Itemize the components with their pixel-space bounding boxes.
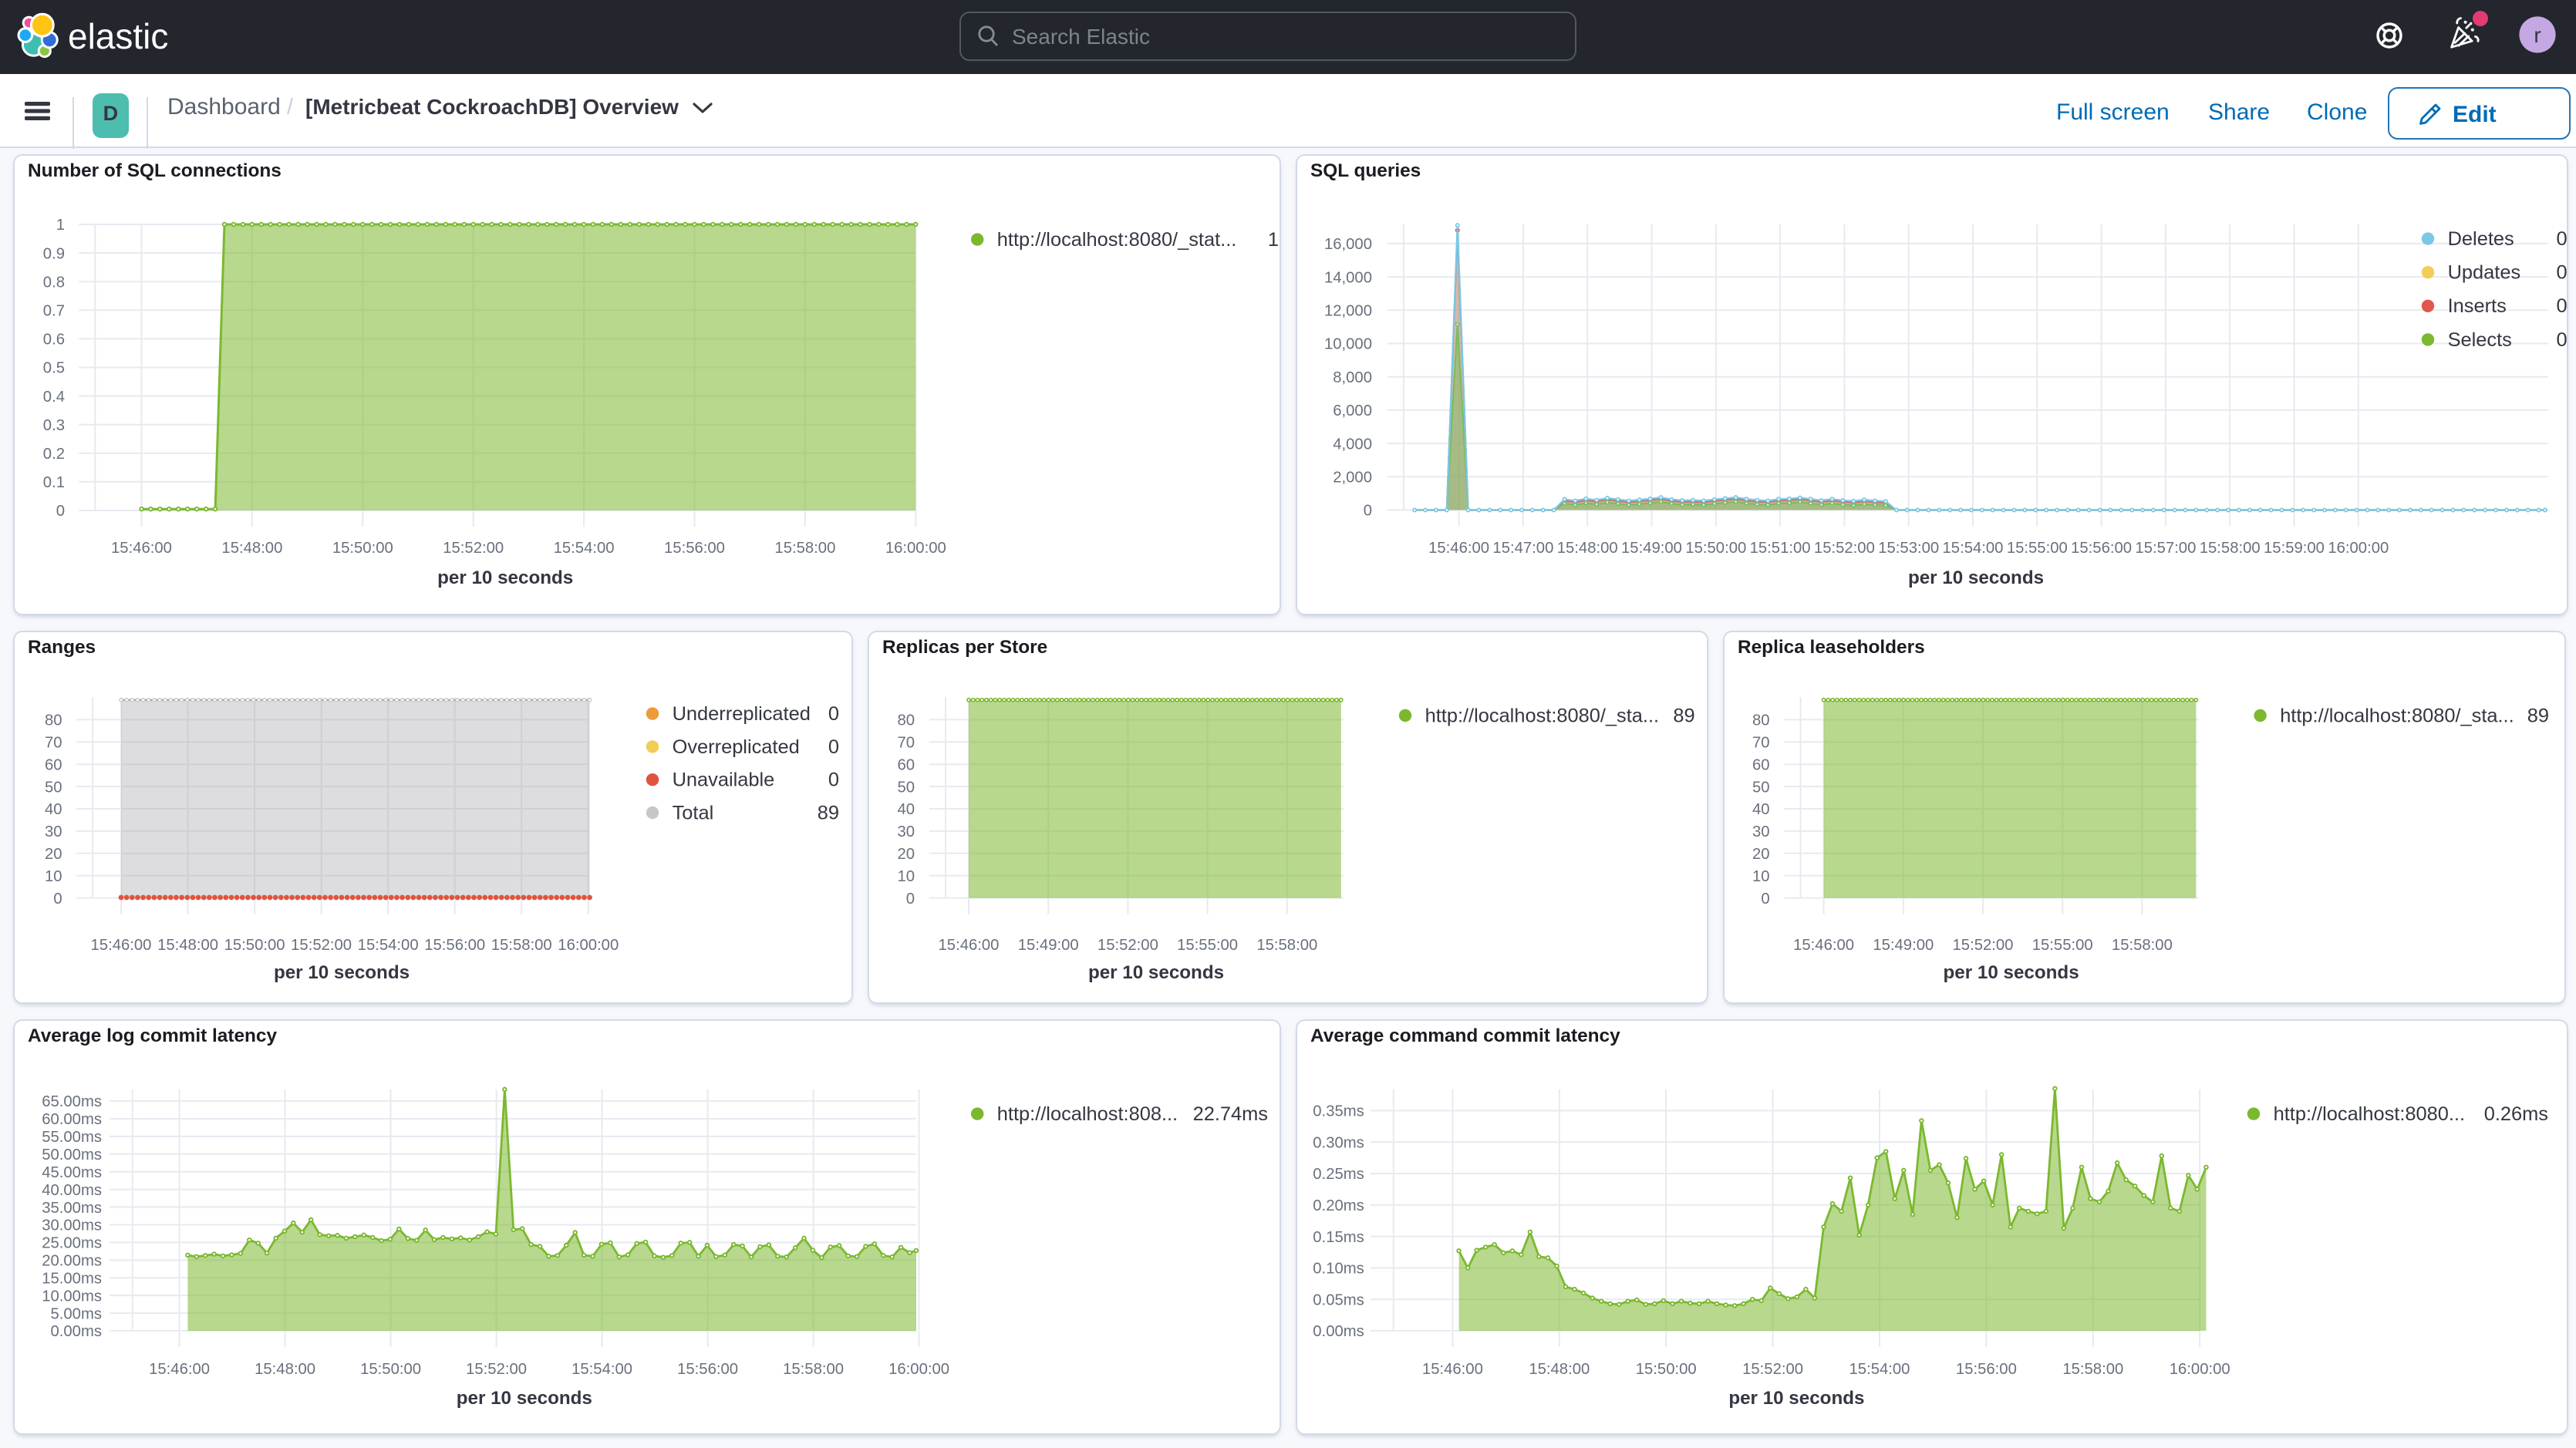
- svg-text:Full screen: Full screen: [2056, 99, 2170, 125]
- svg-text:elastic: elastic: [68, 16, 168, 56]
- svg-text:Edit: Edit: [2453, 102, 2497, 127]
- svg-text:Clone: Clone: [2307, 99, 2367, 125]
- svg-text:[Metricbeat CockroachDB] Overv: [Metricbeat CockroachDB] Overview: [305, 95, 679, 119]
- svg-text:Dashboard: Dashboard: [167, 94, 281, 120]
- svg-text:Share: Share: [2208, 99, 2270, 125]
- svg-text:r: r: [2534, 23, 2541, 47]
- svg-text:/: /: [287, 95, 294, 120]
- svg-text:D: D: [103, 102, 119, 125]
- svg-text:Search Elastic: Search Elastic: [1012, 25, 1150, 49]
